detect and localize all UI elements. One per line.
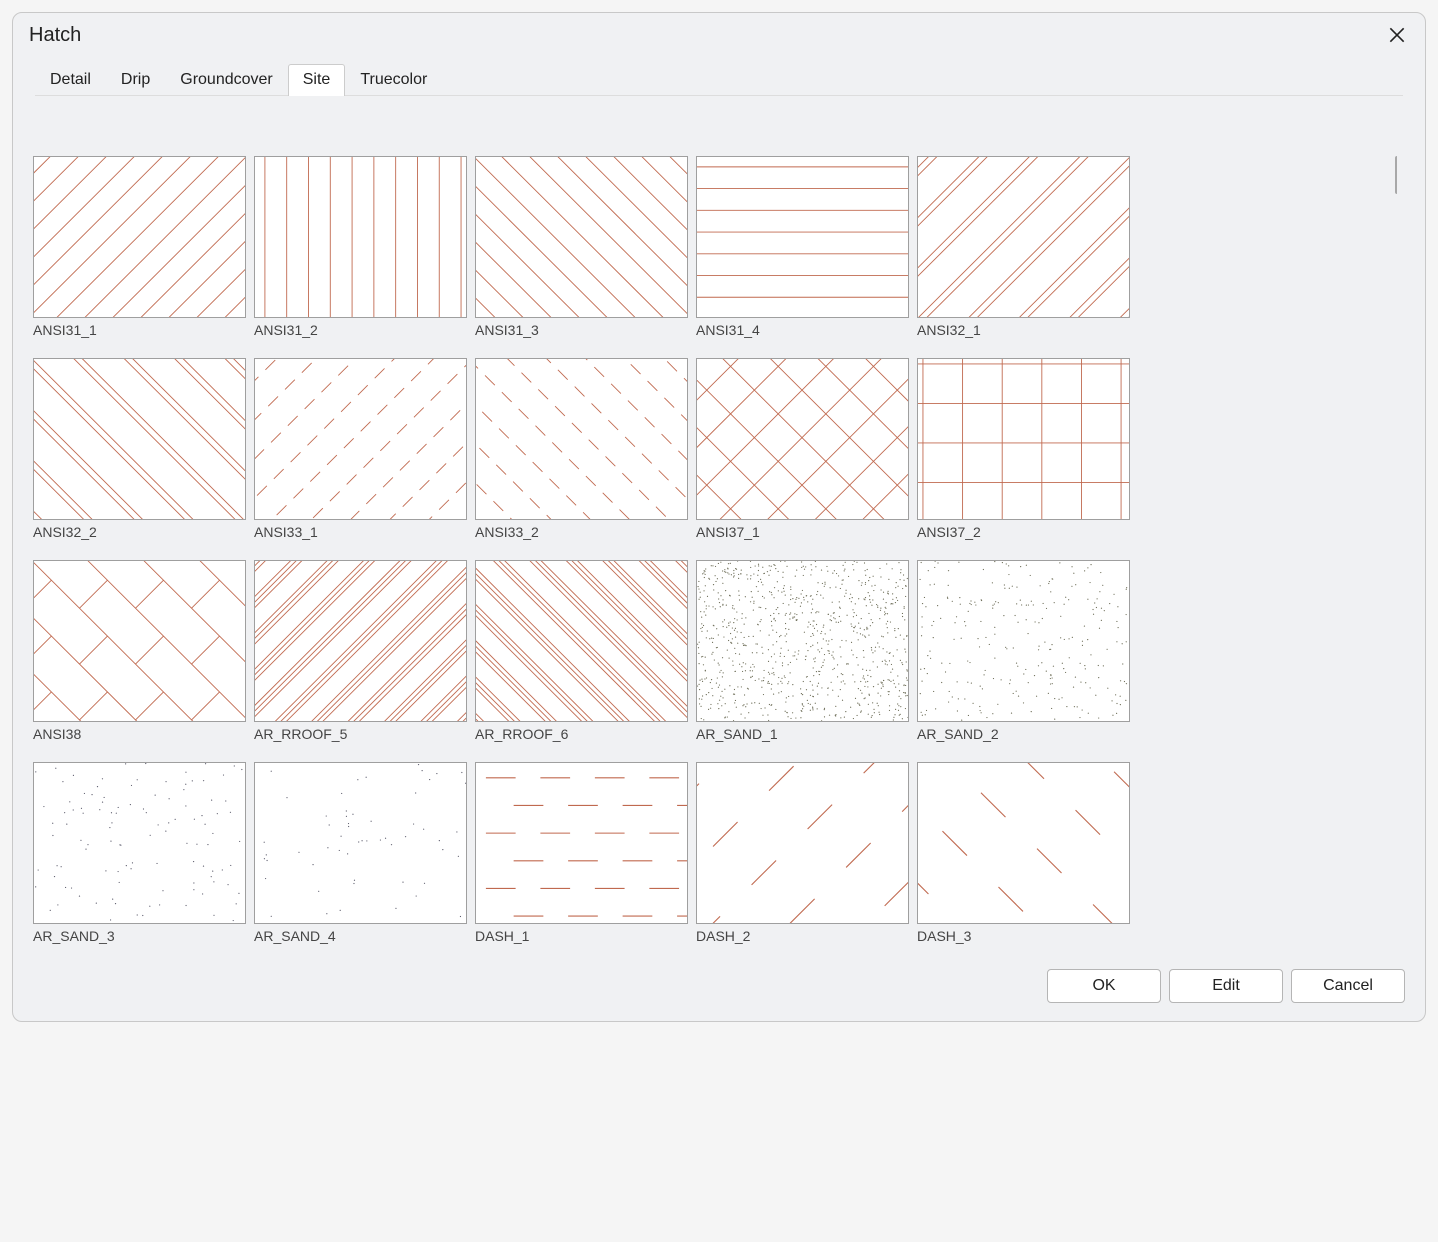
pattern-label: ANSI31_4 (696, 322, 909, 350)
pattern-label: ANSI33_2 (475, 524, 688, 552)
tab-site[interactable]: Site (288, 64, 346, 96)
pattern-cell: ANSI31_4 (696, 156, 909, 350)
hatch-dialog: Hatch Detail Drip Groundcover Site Truecolor… (12, 12, 1426, 1022)
pattern-cell: DASH_3 (917, 762, 1130, 955)
pattern-cell: AR_SAND_1 (696, 560, 909, 754)
pattern-label: ANSI31_3 (475, 322, 688, 350)
pattern-cell: ANSI38 (33, 560, 246, 754)
pattern-swatch-ansi32_1[interactable] (917, 156, 1130, 318)
pattern-swatch-ansi31_1[interactable] (33, 156, 246, 318)
pattern-label: AR_SAND_4 (254, 928, 467, 955)
pattern-swatch-ar_sand_4[interactable] (254, 762, 467, 924)
pattern-cell: AR_RROOF_5 (254, 560, 467, 754)
pattern-cell: AR_RROOF_6 (475, 560, 688, 754)
dialog-title: Hatch (29, 24, 81, 47)
cancel-button[interactable]: Cancel (1291, 969, 1405, 1003)
pattern-cell: AR_SAND_4 (254, 762, 467, 955)
pattern-label: AR_RROOF_5 (254, 726, 467, 754)
tab-truecolor[interactable]: Truecolor (345, 64, 442, 96)
pattern-cell: ANSI31_1 (33, 156, 246, 350)
pattern-label: ANSI32_1 (917, 322, 1130, 350)
pattern-swatch-ansi33_2[interactable] (475, 358, 688, 520)
pattern-label: AR_SAND_1 (696, 726, 909, 754)
pattern-swatch-ar_sand_3[interactable] (33, 762, 246, 924)
pattern-label: DASH_3 (917, 928, 1130, 955)
pattern-label: AR_SAND_2 (917, 726, 1130, 754)
pattern-swatch-ansi31_2[interactable] (254, 156, 467, 318)
pattern-swatch-ansi32_2[interactable] (33, 358, 246, 520)
pattern-label: DASH_2 (696, 928, 909, 955)
pattern-label: ANSI37_1 (696, 524, 909, 552)
pattern-swatch-ansi31_3[interactable] (475, 156, 688, 318)
pattern-cell: ANSI37_1 (696, 358, 909, 552)
pattern-label: ANSI33_1 (254, 524, 467, 552)
pattern-label: ANSI31_2 (254, 322, 467, 350)
pattern-label: ANSI38 (33, 726, 246, 754)
ok-button[interactable]: OK (1047, 969, 1161, 1003)
pattern-cell: AR_SAND_2 (917, 560, 1130, 754)
pattern-swatch-ar_sand_1[interactable] (696, 560, 909, 722)
tab-label: Detail (50, 71, 91, 88)
tab-drip[interactable]: Drip (106, 64, 165, 96)
pattern-cell: DASH_1 (475, 762, 688, 955)
pattern-cell: ANSI31_3 (475, 156, 688, 350)
pattern-swatch-ansi33_1[interactable] (254, 358, 467, 520)
tab-detail[interactable]: Detail (35, 64, 106, 96)
pattern-swatch-dash_1[interactable] (475, 762, 688, 924)
tabs: Detail Drip Groundcover Site Truecolor (35, 63, 1403, 96)
footer: OK Edit Cancel (13, 955, 1425, 1021)
tab-groundcover[interactable]: Groundcover (165, 64, 288, 96)
pattern-swatch-ansi37_2[interactable] (917, 358, 1130, 520)
pattern-label: DASH_1 (475, 928, 688, 955)
tab-label: Drip (121, 71, 150, 88)
pattern-grid-wrap: ANSI31_1 ANSI31_2 ANSI31_3 ANSI31_4 ANSI32_1… (33, 156, 1397, 955)
pattern-label: AR_SAND_3 (33, 928, 246, 955)
pattern-swatch-ar_rroof_5[interactable] (254, 560, 467, 722)
pattern-grid: ANSI31_1 ANSI31_2 ANSI31_3 ANSI31_4 ANSI32_1… (33, 156, 1397, 955)
pattern-label: AR_RROOF_6 (475, 726, 688, 754)
titlebar: Hatch (13, 13, 1425, 53)
pattern-cell: DASH_2 (696, 762, 909, 955)
pattern-swatch-ansi38[interactable] (33, 560, 246, 722)
pattern-swatch-ar_rroof_6[interactable] (475, 560, 688, 722)
pattern-swatch-ansi31_4[interactable] (696, 156, 909, 318)
scrollbar-thumb[interactable] (1395, 156, 1397, 194)
pattern-cell: AR_SAND_3 (33, 762, 246, 955)
pattern-cell: ANSI32_2 (33, 358, 246, 552)
tab-label: Truecolor (360, 71, 427, 88)
pattern-swatch-ansi37_1[interactable] (696, 358, 909, 520)
pattern-swatch-dash_3[interactable] (917, 762, 1130, 924)
pattern-label: ANSI37_2 (917, 524, 1130, 552)
edit-button[interactable]: Edit (1169, 969, 1283, 1003)
close-icon[interactable] (1383, 21, 1411, 49)
pattern-cell: ANSI32_1 (917, 156, 1130, 350)
pattern-cell: ANSI31_2 (254, 156, 467, 350)
tab-label: Site (303, 71, 331, 88)
pattern-cell: ANSI37_2 (917, 358, 1130, 552)
pattern-label: ANSI32_2 (33, 524, 246, 552)
pattern-swatch-ar_sand_2[interactable] (917, 560, 1130, 722)
pattern-cell: ANSI33_2 (475, 358, 688, 552)
tab-label: Groundcover (180, 71, 273, 88)
scrollbar[interactable] (1391, 156, 1397, 955)
pattern-swatch-dash_2[interactable] (696, 762, 909, 924)
pattern-label: ANSI31_1 (33, 322, 246, 350)
pattern-cell: ANSI33_1 (254, 358, 467, 552)
